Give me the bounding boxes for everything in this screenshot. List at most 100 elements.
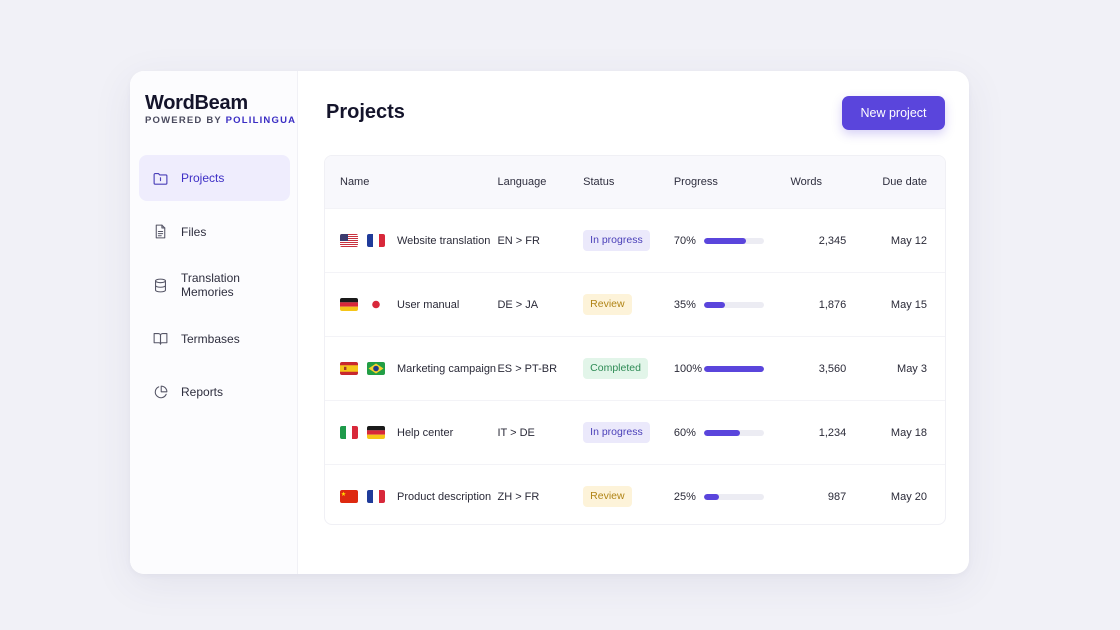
cell-language: ES > PT-BR	[497, 362, 558, 375]
cell-words: 2,345	[818, 234, 847, 247]
new-project-button[interactable]: New project	[842, 96, 945, 130]
progress-percent: 60%	[673, 426, 696, 439]
status-badge: Completed	[583, 358, 648, 379]
sidebar-item-label: Translation Memories	[181, 271, 240, 299]
cell-due-date: May 18	[890, 426, 927, 439]
header-words[interactable]: Words	[780, 176, 846, 188]
china-flag-icon	[340, 490, 358, 503]
main-content: Projects New project Name Language Statu…	[298, 71, 969, 574]
cell-language: DE > JA	[497, 298, 539, 311]
sidebar-item-projects[interactable]: Projects	[139, 155, 290, 201]
projects-table: Name Language Status Progress Words Due …	[324, 155, 946, 525]
logo-title: WordBeam	[145, 92, 248, 114]
germany-flag-icon	[340, 298, 358, 311]
status-badge: In progress	[583, 230, 650, 251]
header-status[interactable]: Status	[583, 176, 674, 188]
project-name[interactable]: Marketing campaign	[397, 363, 496, 375]
header-progress[interactable]: Progress	[674, 176, 781, 188]
cell-progress: 25%	[674, 491, 781, 503]
table-row[interactable]: Help center IT > DE In progress 60% 1,234 May…	[325, 400, 945, 464]
sidebar-item-reports[interactable]: Reports	[139, 369, 290, 415]
progress-percent: 70%	[673, 234, 696, 247]
project-name[interactable]: Product description	[397, 491, 491, 503]
progress-bar-fill	[703, 429, 740, 436]
spain-flag-icon	[340, 362, 358, 375]
pie-chart-icon	[152, 384, 169, 401]
status-badge: In progress	[583, 422, 650, 443]
cell-name: Marketing campaign	[325, 362, 497, 375]
book-icon	[152, 330, 169, 347]
powered-by-prefix: POWERED BY	[145, 115, 222, 126]
sidebar-item-termbases[interactable]: Termbases	[139, 316, 290, 362]
cell-name: Website translation	[325, 234, 497, 247]
sidebar-item-label: Files	[181, 224, 207, 239]
cell-progress: 35%	[674, 299, 781, 311]
progress-bar	[703, 429, 764, 436]
progress-bar	[703, 493, 764, 500]
table-row[interactable]: Marketing campaign ES > PT-BR Completed 100…	[325, 336, 945, 400]
status-badge: Review	[583, 294, 632, 315]
sidebar: WordBeam POWERED BY POLILINGUA Projects …	[130, 71, 298, 574]
cell-progress: 100%	[674, 363, 781, 375]
status-badge: Review	[583, 486, 632, 507]
brazil-flag-icon	[367, 362, 385, 375]
cell-progress: 70%	[674, 235, 781, 247]
table-row[interactable]: Website translation EN > FR In progress 70%…	[325, 208, 945, 272]
header-language[interactable]: Language	[497, 176, 583, 188]
cell-due-date: May 12	[890, 234, 927, 247]
sidebar-item-label: Termbases	[181, 331, 240, 346]
app-window: WordBeam POWERED BY POLILINGUA Projects …	[130, 71, 969, 574]
france-flag-icon	[367, 490, 385, 503]
cell-words: 1,876	[818, 298, 847, 311]
france-flag-icon	[367, 234, 385, 247]
cell-words: 987	[827, 490, 847, 503]
project-name[interactable]: Website translation	[397, 235, 490, 247]
project-name[interactable]: Help center	[397, 427, 453, 439]
table-row[interactable]: Product description ZH > FR Review 25% 987 Ma…	[325, 464, 945, 524]
cell-name: User manual	[325, 298, 497, 311]
sidebar-item-label: Reports	[181, 385, 224, 399]
file-icon	[152, 223, 169, 240]
progress-percent: 35%	[673, 298, 696, 311]
cell-status: In progress	[583, 422, 674, 443]
page-title: Projects	[326, 101, 405, 123]
progress-bar-fill	[703, 237, 746, 244]
cell-due-date: May 20	[890, 490, 927, 503]
progress-bar-fill	[703, 493, 719, 500]
header-name[interactable]: Name	[325, 176, 497, 188]
cell-due-date: May 15	[890, 298, 927, 311]
progress-bar	[703, 237, 764, 244]
cell-status: In progress	[583, 230, 674, 251]
cell-status: Review	[583, 486, 674, 507]
cell-name: Help center	[325, 426, 497, 439]
germany-flag-icon	[367, 426, 385, 439]
italy-flag-icon	[340, 426, 358, 439]
sidebar-item-label: Projects	[181, 171, 225, 185]
powered-by-brand: POLILINGUA	[225, 115, 297, 126]
cell-words: 1,234	[818, 426, 847, 439]
sidebar-item-files[interactable]: Files	[139, 209, 290, 255]
progress-bar	[703, 301, 764, 308]
sidebar-nav: Projects Files Translation Memories Term…	[139, 155, 290, 423]
cell-language: ZH > FR	[497, 490, 540, 503]
progress-bar-fill	[703, 301, 725, 308]
progress-percent: 100%	[673, 362, 702, 375]
logo: WordBeam POWERED BY POLILINGUA	[145, 92, 296, 126]
progress-percent: 25%	[673, 490, 696, 503]
progress-bar-fill	[703, 365, 764, 372]
project-name[interactable]: User manual	[397, 299, 459, 311]
table-body: Website translation EN > FR In progress 70%…	[325, 208, 945, 524]
cell-status: Review	[583, 294, 674, 315]
folder-icon	[152, 170, 169, 187]
progress-bar	[703, 365, 764, 372]
cell-language: EN > FR	[497, 234, 540, 247]
cell-language: IT > DE	[497, 426, 535, 439]
logo-subtitle: POWERED BY POLILINGUA	[145, 115, 296, 126]
us-flag-icon	[340, 234, 358, 247]
table-row[interactable]: User manual DE > JA Review 35% 1,876 May 15	[325, 272, 945, 336]
header-due-date[interactable]: Due date	[846, 176, 945, 188]
cell-name: Product description	[325, 490, 497, 503]
cell-words: 3,560	[818, 362, 847, 375]
japan-flag-icon	[367, 298, 385, 311]
sidebar-item-translation-memories[interactable]: Translation Memories	[139, 262, 290, 308]
